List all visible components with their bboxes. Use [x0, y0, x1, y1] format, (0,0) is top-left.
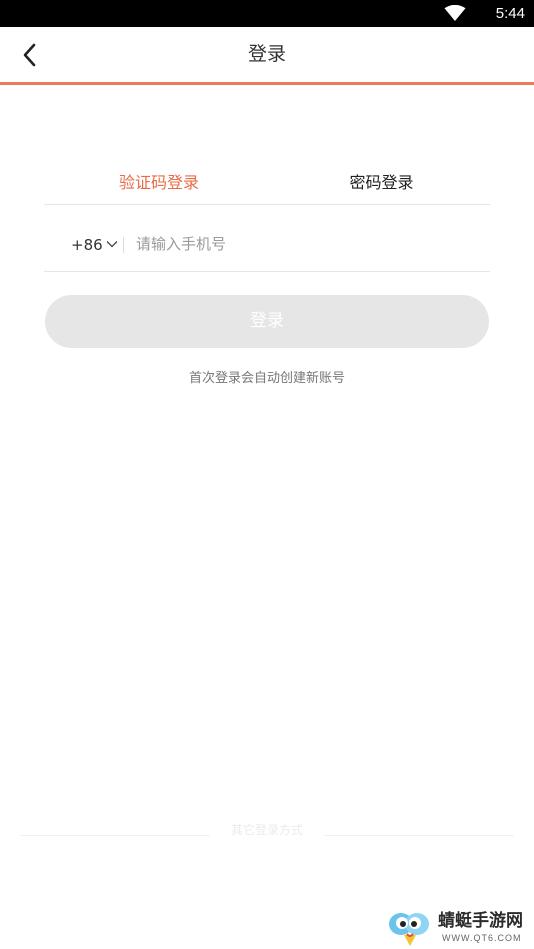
- phone-row: +86: [44, 205, 490, 272]
- tab-sms-code-login[interactable]: 验证码登录: [49, 172, 269, 194]
- status-time: 5:44: [495, 5, 525, 22]
- login-button[interactable]: 登录: [45, 295, 489, 348]
- header-accent-line: [0, 82, 534, 85]
- phone-input[interactable]: [136, 231, 466, 257]
- status-bar: 5:44: [0, 0, 534, 27]
- login-tabs: 验证码登录 密码登录: [44, 160, 490, 205]
- watermark-name: 蜻蜓手游网: [438, 911, 523, 931]
- divider: [20, 835, 210, 836]
- other-login-section: 其它登录方式: [20, 820, 514, 840]
- wifi-icon: [444, 5, 466, 21]
- other-login-label: 其它登录方式: [230, 823, 303, 837]
- header-bar: 登录: [0, 27, 534, 82]
- tab-password-login[interactable]: 密码登录: [269, 172, 494, 194]
- divider: [324, 835, 514, 836]
- watermark: 蜻蜓手游网 WWW.QT6.COM: [386, 908, 532, 948]
- country-code-selector[interactable]: +86: [71, 235, 118, 255]
- watermark-url: WWW.QT6.COM: [442, 933, 522, 943]
- country-code: +86: [71, 236, 103, 254]
- divider: [123, 237, 124, 253]
- page-title: 登录: [247, 43, 286, 65]
- dragonfly-logo-icon: [389, 913, 429, 946]
- auto-register-hint: 首次登录会自动创建新账号: [188, 371, 345, 386]
- chevron-down-icon: [106, 241, 118, 248]
